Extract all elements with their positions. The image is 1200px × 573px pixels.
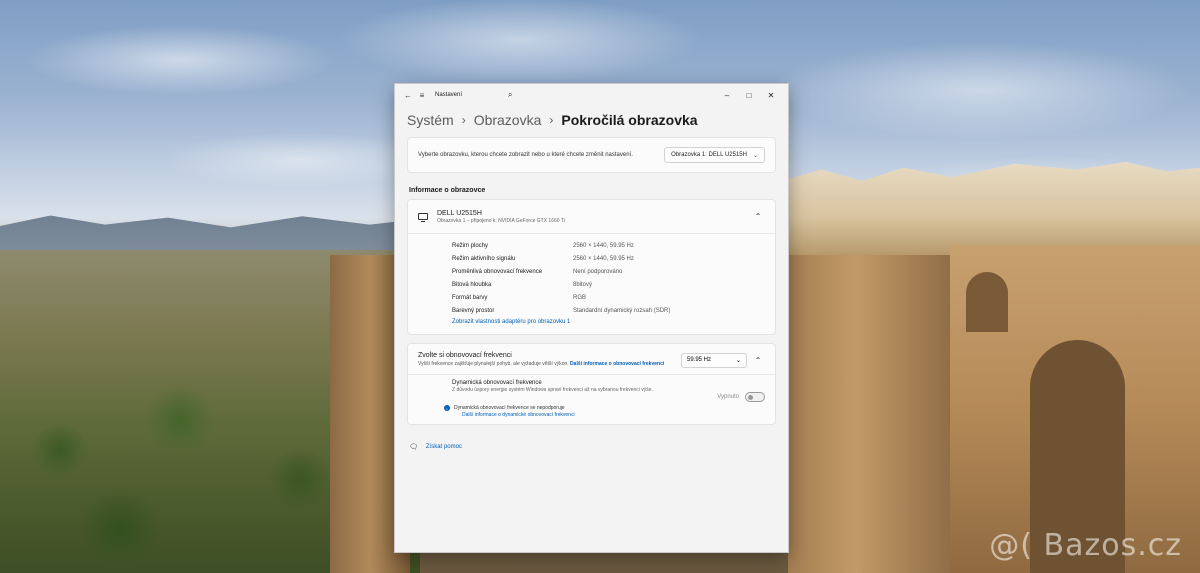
display-select-value: Obrazovka 1: DELL U2515H <box>671 152 747 158</box>
refresh-rate-description-text: Vyšší frekvence zajišťuje plynulejší poh… <box>418 361 569 367</box>
info-row: Bitová hloubka 8bitový <box>452 278 775 291</box>
info-icon: i <box>444 405 450 411</box>
info-label: Formát barvy <box>452 294 488 301</box>
dynamic-refresh-toggle-label: Vypnuto <box>717 394 739 400</box>
settings-window: ← ≡ Nastavení ⌕ – □ ✕ Systém › Obrazovka… <box>394 83 789 553</box>
maximize-icon[interactable]: □ <box>738 91 760 100</box>
help-icon: 🗨 <box>409 444 418 451</box>
display-info-card: DELL U2515H Obrazovka 1 – připojeno k: N… <box>407 199 776 335</box>
info-value: 2560 × 1440, 59.95 Hz <box>573 255 634 262</box>
monitor-subtitle: Obrazovka 1 – připojeno k: NVIDIA GeForc… <box>437 217 565 224</box>
dynamic-refresh-more-link[interactable]: Další informace o dynamické obnovovací f… <box>462 412 765 418</box>
title-bar: ← ≡ Nastavení ⌕ – □ ✕ <box>395 84 788 106</box>
monitor-name: DELL U2515H <box>437 209 482 217</box>
display-info-rows: Režim plochy 2560 × 1440, 59.95 Hz Režim… <box>408 234 775 334</box>
close-icon[interactable]: ✕ <box>760 91 782 100</box>
breadcrumb: Systém › Obrazovka › Pokročilá obrazovka <box>395 106 788 130</box>
info-label: Režim aktivního signálu <box>452 255 516 262</box>
info-value: 8bitový <box>573 281 593 288</box>
display-select-card: Vyberte obrazovku, kterou chcete zobrazi… <box>407 137 776 173</box>
minimize-icon[interactable]: – <box>716 91 738 100</box>
info-row: Formát barvy RGB <box>452 291 775 304</box>
refresh-rate-dropdown[interactable]: 59.95 Hz ⌄ <box>681 352 747 368</box>
dynamic-refresh-note-text: Dynamická obnovovací frekvence se nepodp… <box>454 405 565 411</box>
wallpaper-bridge-arch-small <box>966 272 1008 332</box>
page-title: Pokročilá obrazovka <box>561 111 698 128</box>
display-select-description: Vyberte obrazovku, kterou chcete zobrazi… <box>418 152 633 158</box>
info-row: Režim plochy 2560 × 1440, 59.95 Hz <box>452 239 775 252</box>
refresh-rate-value: 59.95 Hz <box>687 357 712 363</box>
refresh-rate-header: Zvolte si obnovovací frekvenci Vyšší fre… <box>408 344 775 375</box>
dynamic-refresh-toggle[interactable] <box>745 392 765 402</box>
info-value: Není podporováno <box>573 268 623 275</box>
display-info-header[interactable]: DELL U2515H Obrazovka 1 – připojeno k: N… <box>408 200 775 234</box>
info-label: Barevný prostor <box>452 307 495 314</box>
chevron-down-icon: ⌄ <box>735 357 741 364</box>
breadcrumb-system[interactable]: Systém <box>407 112 454 128</box>
info-row: Proměnlivá obnovovací frekvence Není pod… <box>452 265 775 278</box>
app-title: Nastavení <box>435 92 463 98</box>
info-value: 2560 × 1440, 59.95 Hz <box>573 242 634 249</box>
chevron-right-icon: › <box>461 112 466 127</box>
back-arrow-icon[interactable]: ← <box>401 88 415 102</box>
info-value: RGB <box>573 294 587 301</box>
info-label: Proměnlivá obnovovací frekvence <box>452 268 543 275</box>
breadcrumb-display[interactable]: Obrazovka <box>474 112 542 128</box>
monitor-icon <box>418 213 428 222</box>
wallpaper-cliff-right <box>788 250 958 573</box>
section-title-display-info: Informace o obrazovce <box>409 187 486 194</box>
chevron-down-icon: ⌄ <box>752 152 758 159</box>
chevron-up-icon[interactable]: ⌃ <box>751 212 765 221</box>
adapter-properties-link[interactable]: Zobrazit vlastnosti adaptéru pro obrazov… <box>452 319 775 329</box>
chevron-up-icon[interactable]: ⌃ <box>751 356 765 365</box>
hamburger-menu-icon[interactable]: ≡ <box>415 88 429 102</box>
refresh-rate-more-link[interactable]: Další informace o obnovovací frekvenci <box>570 361 664 367</box>
get-help[interactable]: 🗨 Získat pomoc <box>409 443 774 451</box>
dynamic-refresh-note: i Dynamická obnovovací frekvence se nepo… <box>408 405 775 424</box>
watermark: @( Bazos.cz <box>989 528 1182 563</box>
info-label: Bitová hloubka <box>452 281 492 288</box>
info-row: Barevný prostor Standardní dynamický roz… <box>452 304 775 317</box>
display-select-dropdown[interactable]: Obrazovka 1: DELL U2515H ⌄ <box>664 147 765 163</box>
refresh-rate-card: Zvolte si obnovovací frekvenci Vyšší fre… <box>407 343 776 425</box>
info-label: Režim plochy <box>452 242 489 249</box>
info-row: Režim aktivního signálu 2560 × 1440, 59.… <box>452 252 775 265</box>
chevron-right-icon: › <box>549 112 554 127</box>
refresh-rate-title: Zvolte si obnovovací frekvenci <box>418 352 512 359</box>
dynamic-refresh-description: Z důvodu úspory energie systém Windows u… <box>452 387 653 393</box>
info-value: Standardní dynamický rozsah (SDR) <box>573 307 671 314</box>
dynamic-refresh-row: Dynamická obnovovací frekvence Z důvodu … <box>408 375 775 407</box>
get-help-link[interactable]: Získat pomoc <box>426 444 462 450</box>
dynamic-refresh-title: Dynamická obnovovací frekvence <box>452 380 542 386</box>
search-icon[interactable]: ⌕ <box>508 90 512 100</box>
refresh-rate-description: Vyšší frekvence zajišťuje plynulejší poh… <box>418 361 680 368</box>
